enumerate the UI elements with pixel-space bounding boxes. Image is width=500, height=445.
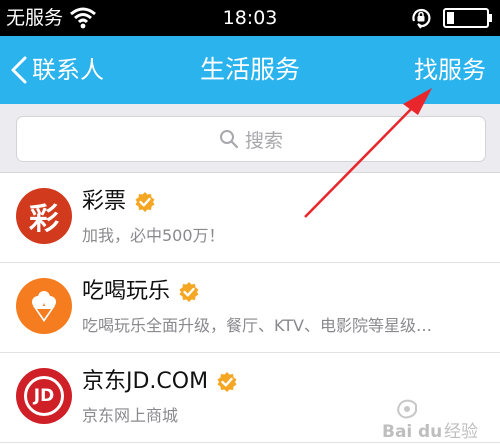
search-placeholder: 搜索 [244, 129, 283, 152]
search-area: 搜索 [0, 104, 500, 173]
verified-badge-icon [135, 192, 155, 212]
navigation-bar: 联系人 生活服务 找服务 [0, 36, 500, 104]
list-item-food-fun[interactable]: 吃喝玩乐 吃喝玩乐全面升级，餐厅、KTV、电影院等星级… [0, 263, 500, 353]
svg-text:Bai: Bai [382, 422, 412, 442]
item-description: 京东网上商城 [82, 406, 179, 425]
lottery-avatar: 彩 [16, 188, 72, 244]
ice-cream-icon [32, 291, 56, 322]
find-service-button[interactable]: 找服务 [414, 50, 486, 90]
food-fun-avatar [16, 278, 72, 334]
baidu-watermark-logo: Bai du 经验 [382, 399, 478, 442]
search-input[interactable]: 搜索 [16, 116, 486, 162]
item-name: 吃喝玩乐 [82, 279, 171, 304]
verified-badge-icon [217, 372, 237, 392]
battery-icon [443, 8, 492, 28]
list-item-lottery[interactable]: 彩 彩票 加我，必中500万！ [0, 173, 500, 263]
status-bar: 无服务 18:03 [0, 0, 500, 36]
item-description: 吃喝玩乐全面升级，餐厅、KTV、电影院等星级… [82, 316, 432, 335]
verified-badge-icon [179, 282, 199, 302]
svg-text:du: du [418, 422, 442, 442]
svg-text:经验: 经验 [444, 422, 478, 442]
item-name: 京东JD.COM [82, 369, 209, 394]
rotation-lock-icon [412, 8, 431, 29]
item-name: 彩票 [82, 189, 127, 214]
search-icon [219, 130, 239, 149]
item-description: 加我，必中500万！ [82, 226, 225, 245]
lottery-avatar-text: 彩 [29, 202, 59, 237]
jd-avatar: JD [16, 368, 72, 424]
jd-avatar-text: JD [33, 386, 55, 406]
